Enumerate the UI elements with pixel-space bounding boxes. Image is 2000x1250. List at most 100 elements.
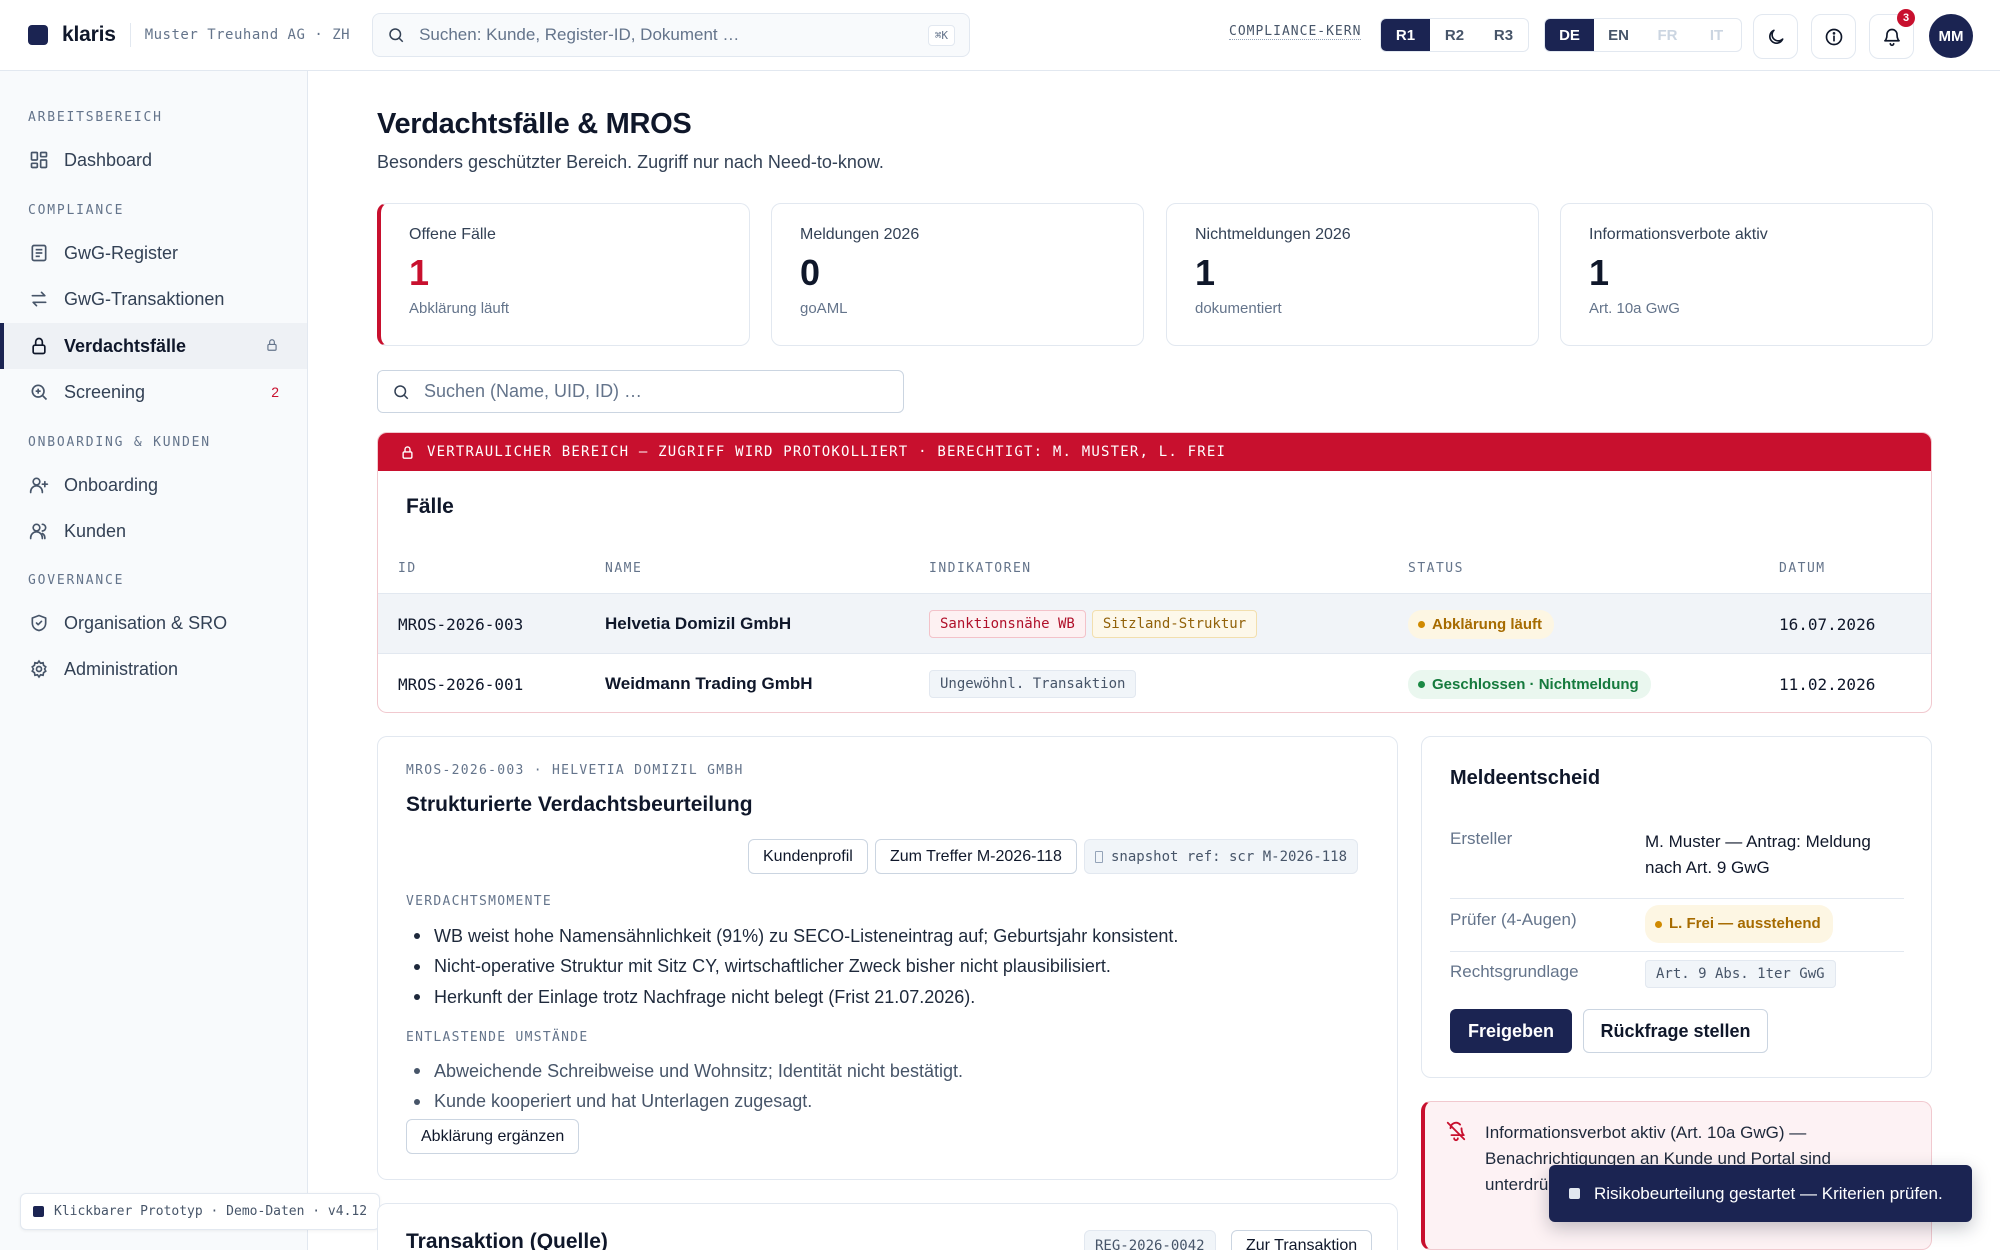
assessment-title: Strukturierte Verdachtsbeurteilung <box>406 793 753 816</box>
customer-profile-button[interactable]: Kundenprofil <box>748 839 868 874</box>
user-plus-icon <box>28 474 50 496</box>
reviewer-label: Prüfer (4-Augen) <box>1450 910 1577 929</box>
case-status: Abklärung läuft <box>1408 594 1555 654</box>
sidebar-item-label: Organisation & SRO <box>64 612 228 633</box>
compliance-core-label[interactable]: COMPLIANCE-KERN <box>1229 24 1362 40</box>
page-subtitle: Besonders geschützter Bereich. Zugriff n… <box>377 152 884 172</box>
extend-clarification-button[interactable]: Abklärung ergänzen <box>406 1119 580 1154</box>
suspicion-list: WB weist hohe Namensähnlichkeit (91%) zu… <box>406 921 1178 1013</box>
theme-toggle-button[interactable] <box>1753 14 1798 59</box>
sidebar-item-dashboard[interactable]: Dashboard <box>0 137 307 183</box>
case-indicators: Sanktionsnähe WB Sitzland-Struktur <box>929 594 1263 654</box>
status-text: Abklärung läuft <box>1432 615 1543 633</box>
restricted-lock-icon <box>265 338 279 355</box>
info-icon <box>1825 28 1842 45</box>
query-button[interactable]: Rückfrage stellen <box>1583 1009 1768 1053</box>
snapshot-icon <box>1095 850 1103 863</box>
sidebar-item-customers[interactable]: Kunden <box>0 508 307 554</box>
go-to-transaction-button[interactable]: Zur Transaktion <box>1231 1230 1373 1250</box>
table-row[interactable]: MROS-2026-003 Helvetia Domizil GmbH Sank… <box>378 593 1931 654</box>
kpi-label: Offene Fälle <box>409 226 496 243</box>
kpi-value: 0 <box>800 252 821 293</box>
toast-notification[interactable]: Risikobeurteilung gestartet — Kriterien … <box>1549 1165 1972 1222</box>
case-name: Helvetia Domizil GmbH <box>605 614 792 633</box>
register-icon <box>28 242 50 264</box>
role-r1-button[interactable]: R1 <box>1381 19 1430 51</box>
toast-square-icon <box>1569 1188 1580 1199</box>
kpi-information-bans[interactable]: Informationsverbote aktiv 1 Art. 10a GwG <box>1560 203 1933 346</box>
lang-de-button[interactable]: DE <box>1545 19 1594 51</box>
gear-icon <box>28 658 50 680</box>
sidebar-item-label: GwG-Transaktionen <box>64 288 225 309</box>
prototype-note-text: Klickbarer Prototyp · Demo-Daten · v4.12 <box>54 1204 368 1219</box>
confidential-banner-text: VERTRAULICHER BEREICH — ZUGRIFF WIRD PRO… <box>427 444 1227 460</box>
notifications-button[interactable]: 3 <box>1869 9 1915 59</box>
sidebar-item-gwg-register[interactable]: GwG-Register <box>0 230 307 276</box>
kpi-hint: Abklärung läuft <box>409 300 510 317</box>
case-search-input[interactable]: Suchen (Name, UID, ID) … <box>377 370 904 413</box>
case-status: Geschlossen · Nichtmeldung <box>1408 654 1651 712</box>
lock-icon <box>28 335 50 357</box>
table-row[interactable]: MROS-2026-001 Weidmann Trading GmbH Unge… <box>378 653 1931 712</box>
role-switcher: R1 R2 R3 <box>1380 18 1529 52</box>
users-icon <box>28 520 50 542</box>
reviewer-status-text: L. Frei — ausstehend <box>1669 915 1821 932</box>
column-header-id[interactable]: ID <box>398 561 417 576</box>
legal-basis-tag: Art. 9 Abs. 1ter GwG <box>1645 960 1836 988</box>
lang-it-button[interactable]: IT <box>1692 19 1741 51</box>
snapshot-ref-text: snapshot ref: scr M-2026-118 <box>1111 848 1348 865</box>
list-item: Kunde kooperiert und hat Unterlagen zuge… <box>406 1087 963 1118</box>
snapshot-ref: snapshot ref: scr M-2026-118 <box>1084 839 1359 874</box>
cases-title: Fälle <box>406 495 454 518</box>
sidebar-item-gwg-transactions[interactable]: GwG-Transaktionen <box>0 276 307 322</box>
sidebar-item-administration[interactable]: Administration <box>0 646 307 692</box>
column-header-date[interactable]: DATUM <box>1779 561 1826 576</box>
case-indicators: Ungewöhnl. Transaktion <box>929 654 1142 712</box>
global-search-input[interactable]: Suchen: Kunde, Register-ID, Dokument … ⌘… <box>372 13 971 57</box>
sidebar: ARBEITSBEREICH Dashboard COMPLIANCE GwG-… <box>0 71 308 1250</box>
reviewer-value: L. Frei — ausstehend <box>1645 905 1833 943</box>
kpi-open-cases[interactable]: Offene Fälle 1 Abklärung läuft <box>377 203 750 346</box>
confidential-banner: VERTRAULICHER BEREICH — ZUGRIFF WIRD PRO… <box>378 433 1931 471</box>
role-r3-button[interactable]: R3 <box>1479 19 1528 51</box>
column-header-status[interactable]: STATUS <box>1408 561 1464 576</box>
info-button[interactable] <box>1811 14 1856 59</box>
indicator-tag: Sanktionsnähe WB <box>929 610 1086 638</box>
sidebar-item-suspicious-cases[interactable]: Verdachtsfälle <box>0 323 307 369</box>
kpi-hint: goAML <box>800 300 848 317</box>
sidebar-item-onboarding[interactable]: Onboarding <box>0 462 307 508</box>
sidebar-item-organisation[interactable]: Organisation & SRO <box>0 600 307 646</box>
lang-en-button[interactable]: EN <box>1594 19 1643 51</box>
section-label-governance: GOVERNANCE <box>28 573 125 588</box>
column-header-name[interactable]: NAME <box>605 561 642 576</box>
go-to-hit-button[interactable]: Zum Treffer M-2026-118 <box>875 839 1077 874</box>
list-item: WB weist hohe Namensähnlichkeit (91%) zu… <box>406 921 1178 952</box>
kpi-reports[interactable]: Meldungen 2026 0 goAML <box>771 203 1144 346</box>
case-id: MROS-2026-001 <box>398 674 524 694</box>
confidential-cases-panel: VERTRAULICHER BEREICH — ZUGRIFF WIRD PRO… <box>377 432 1932 713</box>
screening-icon <box>28 381 50 403</box>
kpi-hint: dokumentiert <box>1195 300 1282 317</box>
sidebar-item-label: Administration <box>64 658 179 679</box>
tenant-label: Muster Treuhand AG · ZH <box>144 27 351 43</box>
list-item: Nicht-operative Struktur mit Sitz CY, wi… <box>406 952 1178 983</box>
case-date: 11.02.2026 <box>1779 674 1876 694</box>
kpi-value: 1 <box>1195 252 1216 293</box>
role-r2-button[interactable]: R2 <box>1430 19 1479 51</box>
column-header-indicators[interactable]: INDIKATOREN <box>929 561 1032 576</box>
status-dot-icon <box>1655 920 1662 928</box>
kpi-non-reports[interactable]: Nichtmeldungen 2026 1 dokumentiert <box>1166 203 1539 346</box>
lang-fr-button[interactable]: FR <box>1643 19 1692 51</box>
user-avatar[interactable]: MM <box>1929 14 1973 58</box>
search-icon <box>389 28 404 43</box>
list-item: Abweichende Schreibweise und Wohnsitz; I… <box>406 1056 963 1087</box>
decision-title: Meldeentscheid <box>1450 767 1601 789</box>
moon-icon <box>1768 29 1783 44</box>
approve-button[interactable]: Freigeben <box>1450 1009 1572 1053</box>
kpi-hint: Art. 10a GwG <box>1589 300 1680 317</box>
brand-name: klaris <box>62 23 116 46</box>
status-dot-icon <box>1418 680 1425 688</box>
sidebar-item-screening[interactable]: Screening 2 <box>0 369 307 415</box>
kpi-label: Meldungen 2026 <box>800 226 920 243</box>
kpi-value: 1 <box>409 252 430 293</box>
